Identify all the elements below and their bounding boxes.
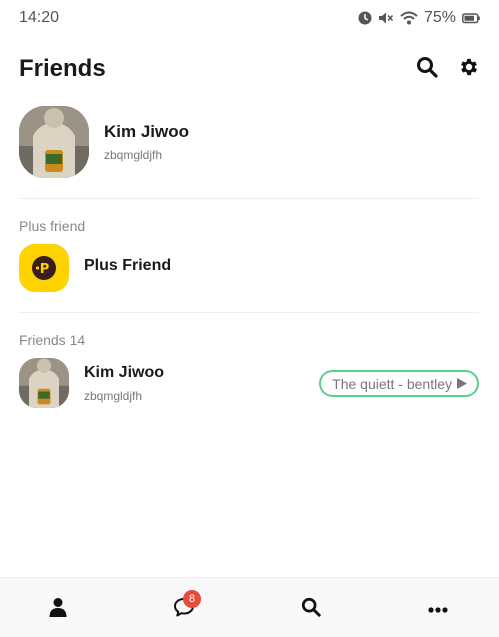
chat-unread-badge: 8 — [183, 590, 201, 608]
profile-status-message: zbqmgldjfh — [104, 148, 163, 162]
header: Friends — [0, 50, 499, 90]
plus-friend-icon: P — [19, 244, 69, 292]
nav-search-tab[interactable] — [298, 596, 324, 622]
avatar — [19, 106, 89, 178]
my-profile[interactable]: Kim Jiwoo zbqmgldjfh — [19, 106, 479, 180]
profile-name: Kim Jiwoo — [104, 122, 190, 141]
status-bar: 14:20 75% — [0, 0, 499, 36]
nav-more-tab[interactable] — [425, 596, 451, 622]
plus-friend-name: Plus Friend — [84, 257, 172, 274]
gear-icon — [458, 56, 480, 83]
alarm-icon — [358, 11, 372, 25]
divider — [19, 312, 479, 313]
settings-button[interactable] — [456, 56, 482, 82]
plus-friend-item[interactable]: P Plus Friend — [19, 244, 479, 292]
nav-friends-tab[interactable] — [45, 596, 71, 622]
profile-music-button[interactable]: The quiett - bentley — [319, 370, 479, 397]
search-icon — [416, 56, 438, 83]
status-icons: 75% — [358, 9, 480, 27]
battery-text: 75% — [423, 9, 456, 26]
wifi-icon — [400, 11, 418, 25]
music-title: The quiett - bentley — [332, 375, 452, 392]
status-time: 14:20 — [19, 9, 60, 26]
friend-name: Kim Jiwoo — [84, 364, 165, 381]
page-title: Friends — [19, 55, 106, 82]
search-icon — [301, 597, 321, 622]
avatar — [19, 358, 69, 408]
search-button[interactable] — [414, 56, 440, 82]
section-label-plus-friend: Plus friend — [19, 218, 86, 234]
play-icon — [457, 376, 467, 392]
person-icon — [48, 597, 68, 622]
bottom-nav — [0, 577, 499, 637]
friend-status-message: zbqmgldjfh — [84, 389, 143, 403]
friend-item[interactable]: Kim Jiwoo zbqmgldjfh The quiett - bentle… — [19, 358, 479, 408]
svg-text:P: P — [40, 262, 50, 277]
more-icon — [428, 600, 448, 618]
section-label-friends: Friends 14 — [19, 332, 86, 348]
divider — [19, 198, 479, 199]
mute-icon — [378, 11, 394, 25]
battery-icon — [462, 12, 480, 24]
